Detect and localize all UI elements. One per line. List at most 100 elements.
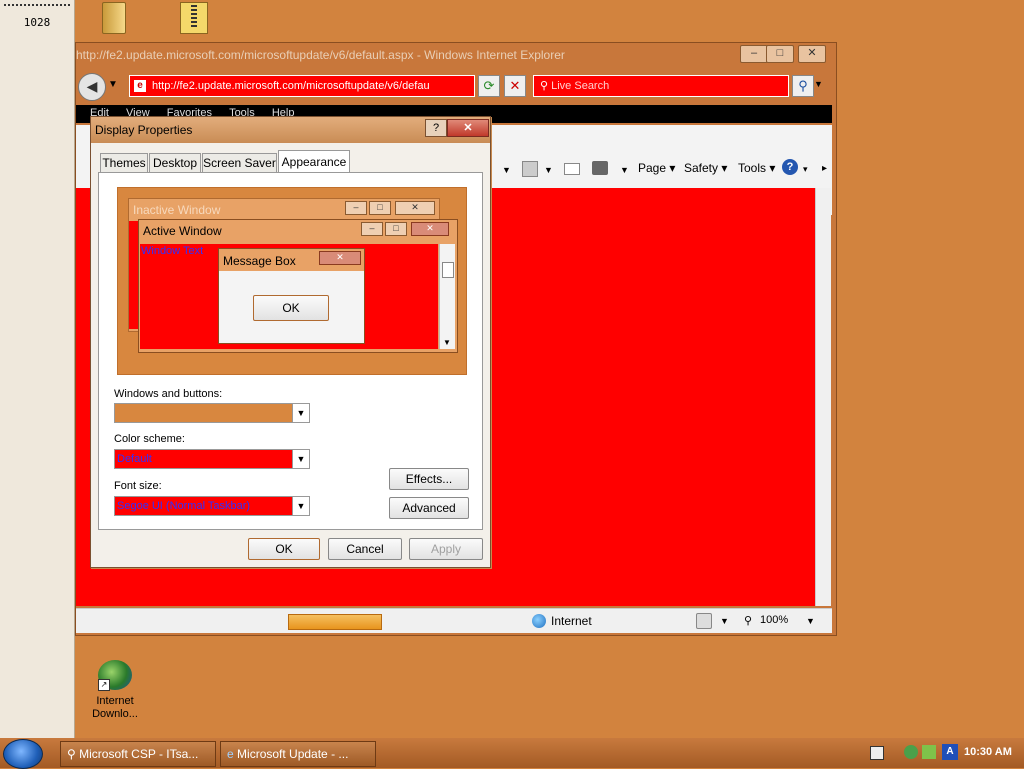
taskbar: ⚲ Microsoft CSP - ITsa... e Microsoft Up… — [0, 738, 1024, 769]
preview-inactive-minimize-icon: – — [345, 201, 367, 215]
clock[interactable]: 10:30 AM — [964, 746, 1012, 758]
help-icon[interactable]: ? — [782, 159, 798, 175]
keyboard-icon[interactable] — [870, 746, 884, 760]
help-dropdown-icon[interactable]: ▾ — [803, 164, 808, 175]
display-properties-dialog: Display Properties ? ✕ Themes Desktop Sc… — [90, 116, 491, 568]
taskbar-item-update-label: Microsoft Update - ... — [237, 747, 349, 761]
tools-menu-label: Tools — [738, 161, 767, 175]
search-input[interactable]: ⚲ Live Search — [533, 75, 789, 97]
tab-desktop[interactable]: Desktop — [149, 153, 201, 172]
ie-task-icon: ⚲ — [67, 747, 76, 761]
color-scheme-select[interactable]: Default ▼ — [114, 449, 310, 469]
tools-menu[interactable]: Tools ▾ — [738, 161, 775, 175]
zone-label: Internet — [551, 614, 592, 628]
tab-screen-saver[interactable]: Screen Saver — [202, 153, 277, 172]
desktop-icon-label[interactable]: Internet Downlo... — [80, 695, 150, 721]
page-menu-label: Page — [638, 161, 667, 175]
preview-scroll-down-icon: ▼ — [443, 338, 451, 347]
search-placeholder: Live Search — [551, 80, 610, 92]
preview-inactive-title: Inactive Window — [133, 203, 221, 217]
cancel-button[interactable]: Cancel — [328, 538, 402, 560]
dialog-title: Display Properties — [95, 123, 193, 137]
ok-button[interactable]: OK — [248, 538, 320, 560]
effects-button[interactable]: Effects... — [389, 468, 469, 490]
preview-ok-button: OK — [253, 295, 329, 321]
preview-window-text: Window Text — [141, 245, 204, 257]
language-icon[interactable]: A — [942, 744, 958, 760]
nav-dropdown-icon[interactable]: ▼ — [108, 79, 118, 90]
preview-active-title: Active Window — [143, 224, 222, 238]
side-panel-number: 1028 — [23, 16, 51, 29]
status-dropdown-icon[interactable]: ▼ — [720, 616, 729, 626]
preview-active-maximize-icon: □ — [385, 222, 407, 236]
network-icon[interactable] — [904, 745, 918, 759]
ie-title-bar: http://fe2.update.microsoft.com/microsof… — [76, 48, 565, 62]
safety-menu-label: Safety — [684, 161, 719, 175]
preview-message-box: Message Box ✕ OK — [218, 248, 365, 344]
appearance-preview: Inactive Window – □ ✕ Active Window – □ … — [117, 187, 467, 375]
zoom-icon[interactable]: ⚲ — [744, 614, 752, 627]
chevron-down-icon: ▼ — [292, 404, 309, 422]
dialog-help-icon[interactable]: ? — [425, 119, 447, 137]
preview-message-close-icon: ✕ — [319, 251, 361, 265]
tray-app-icon[interactable] — [922, 745, 936, 759]
maximize-icon[interactable]: □ — [766, 45, 794, 63]
refresh-icon[interactable]: ⟳ — [478, 75, 500, 97]
back-icon[interactable]: ◀ — [78, 73, 106, 101]
apply-button[interactable]: Apply — [409, 538, 483, 560]
zoom-dropdown-icon[interactable]: ▼ — [806, 616, 815, 626]
folder-icon[interactable] — [102, 2, 126, 34]
live-search-icon: ⚲ — [540, 80, 549, 92]
start-button[interactable] — [3, 739, 43, 769]
zoom-level[interactable]: 100% — [760, 614, 788, 626]
windows-buttons-label: Windows and buttons: — [114, 388, 223, 400]
safety-menu[interactable]: Safety ▾ — [684, 161, 727, 175]
taskbar-item-update[interactable]: e Microsoft Update - ... — [220, 741, 376, 767]
font-size-label: Font size: — [114, 480, 162, 492]
feeds-icon[interactable] — [522, 161, 538, 177]
globe-icon — [532, 614, 546, 628]
dialog-close-icon[interactable]: ✕ — [447, 119, 489, 137]
mail-icon[interactable] — [564, 163, 580, 175]
preview-inactive-maximize-icon: □ — [369, 201, 391, 215]
address-bar[interactable]: e http://fe2.update.microsoft.com/microso… — [129, 75, 475, 97]
side-panel: 1028 — [0, 0, 75, 738]
color-scheme-label: Color scheme: — [114, 433, 185, 445]
minimize-icon[interactable]: – — [740, 45, 768, 63]
page-menu[interactable]: Page ▾ — [638, 161, 675, 175]
preview-message-title: Message Box — [223, 254, 296, 268]
preview-scroll-thumb — [442, 262, 454, 278]
print-dropdown-icon[interactable]: ▼ — [620, 165, 629, 175]
feeds-dropdown-icon[interactable]: ▼ — [544, 165, 553, 175]
tab-appearance[interactable]: Appearance — [278, 150, 350, 173]
home-dropdown-icon[interactable]: ▼ — [502, 165, 511, 175]
preview-inactive-close-icon: ✕ — [395, 201, 435, 215]
search-options-icon[interactable]: ▼ — [814, 79, 823, 89]
search-go-icon[interactable]: ⚲ — [792, 75, 814, 97]
progress-bar — [288, 614, 382, 630]
desktop-icon-label-line2: Downlo... — [92, 708, 138, 720]
advanced-button[interactable]: Advanced — [389, 497, 469, 519]
ie-page-icon: e — [134, 80, 146, 93]
protected-mode-icon[interactable] — [696, 613, 712, 629]
zip-folder-icon[interactable] — [180, 2, 208, 34]
taskbar-item-csp-label: Microsoft CSP - ITsa... — [79, 747, 199, 761]
font-size-select[interactable]: Segoe UI (Normal Taskbar) ▼ — [114, 496, 310, 516]
print-icon[interactable] — [592, 161, 608, 175]
color-scheme-value: Default — [117, 453, 152, 465]
vertical-scrollbar[interactable] — [815, 188, 831, 606]
tab-themes[interactable]: Themes — [100, 153, 148, 172]
preview-active-close-icon: ✕ — [411, 222, 449, 236]
stop-icon[interactable]: ✕ — [504, 75, 526, 97]
close-icon[interactable]: ✕ — [798, 45, 826, 63]
desktop-icon-label-line1: Internet — [96, 695, 134, 707]
windows-buttons-select[interactable]: ▼ — [114, 403, 310, 423]
chevron-right-icon[interactable]: ▸ — [822, 163, 827, 174]
appearance-panel: Inactive Window – □ ✕ Active Window – □ … — [98, 172, 483, 530]
address-row: ◀ ▼ e http://fe2.update.microsoft.com/mic… — [76, 73, 836, 101]
ie-task-icon: e — [227, 747, 234, 761]
status-bar: Internet ▼ ⚲ 100% ▼ — [76, 608, 832, 633]
font-size-value: Segoe UI (Normal Taskbar) — [117, 500, 251, 512]
taskbar-item-csp[interactable]: ⚲ Microsoft CSP - ITsa... — [60, 741, 216, 767]
shortcut-arrow-icon: ↗ — [98, 679, 110, 691]
